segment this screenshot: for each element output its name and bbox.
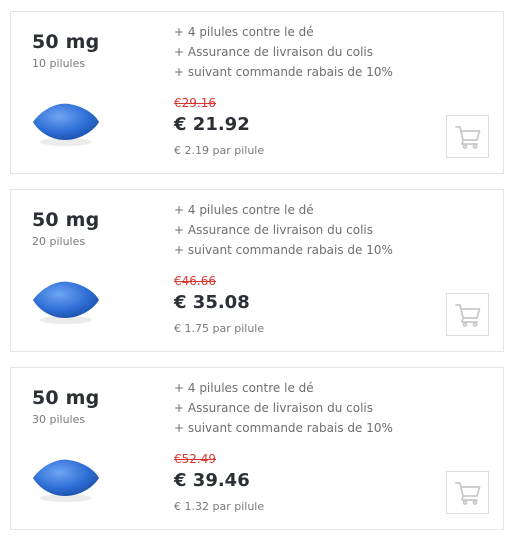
feature-item: + Assurance de livraison du colis (174, 45, 373, 59)
price-per-pill: € 2.19 par pilule (174, 144, 265, 157)
offer-card: 50 mg 30 pilules + 4 pilules contre le d… (10, 367, 504, 530)
offer-card: 50 mg 10 pilules + 4 pilules contre le d… (10, 11, 504, 174)
feature-item: + suivant commande rabais de 10% (174, 243, 393, 257)
shopping-cart-icon (454, 303, 480, 327)
dose-label: 50 mg (32, 209, 100, 231)
blue-diamond-pill-icon (33, 459, 99, 502)
feature-list: + 4 pilules contre le dé + Assurance de … (174, 22, 393, 82)
feature-item: + suivant commande rabais de 10% (174, 65, 393, 79)
dose-label: 50 mg (32, 387, 100, 409)
feature-item: + 4 pilules contre le dé (174, 25, 314, 39)
pill-count: 10 pilules (32, 57, 86, 70)
feature-list: + 4 pilules contre le dé + Assurance de … (174, 200, 393, 260)
offer-list: 50 mg 10 pilules + 4 pilules contre le d… (0, 0, 515, 543)
price: € 39.46 (174, 470, 250, 491)
shopping-cart-icon (454, 481, 480, 505)
price-per-pill: € 1.75 par pilule (174, 322, 265, 335)
feature-item: + 4 pilules contre le dé (174, 203, 314, 217)
add-to-cart-button[interactable] (446, 115, 489, 158)
add-to-cart-button[interactable] (446, 293, 489, 336)
pill-count: 20 pilules (32, 235, 86, 248)
feature-item: + Assurance de livraison du colis (174, 223, 373, 237)
old-price: €46.66 (174, 274, 216, 288)
feature-item: + Assurance de livraison du colis (174, 401, 373, 415)
shopping-cart-icon (454, 125, 480, 149)
feature-list: + 4 pilules contre le dé + Assurance de … (174, 378, 393, 438)
price-per-pill: € 1.32 par pilule (174, 500, 265, 513)
old-price: €29.16 (174, 96, 216, 110)
pill-count: 30 pilules (32, 413, 86, 426)
blue-diamond-pill-icon (33, 103, 99, 146)
feature-item: + 4 pilules contre le dé (174, 381, 314, 395)
offer-card: 50 mg 20 pilules + 4 pilules contre le d… (10, 189, 504, 352)
price: € 21.92 (174, 114, 250, 135)
dose-label: 50 mg (32, 31, 100, 53)
old-price: €52.49 (174, 452, 216, 466)
price: € 35.08 (174, 292, 250, 313)
blue-diamond-pill-icon (33, 281, 99, 324)
feature-item: + suivant commande rabais de 10% (174, 421, 393, 435)
add-to-cart-button[interactable] (446, 471, 489, 514)
